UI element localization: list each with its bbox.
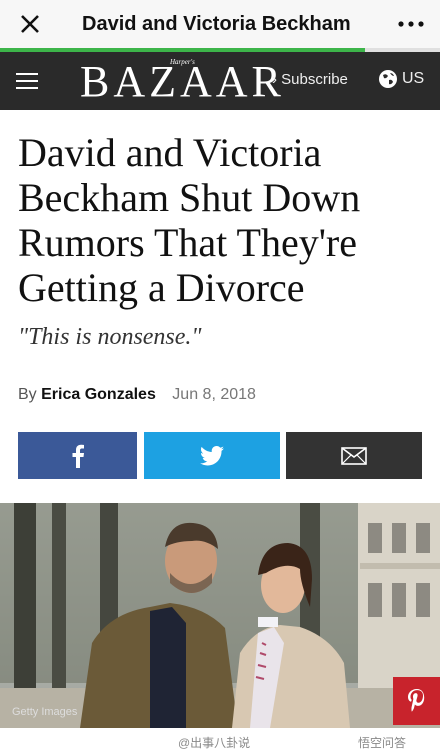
pinterest-share-button[interactable] [393, 677, 440, 725]
twitter-icon [200, 445, 224, 465]
twitter-share-button[interactable] [144, 432, 280, 479]
watermark-left: @出事八卦说 [178, 736, 251, 750]
article-dek: "This is nonsense." [18, 324, 202, 350]
article-hero-image [0, 503, 440, 728]
envelope-icon [341, 446, 367, 465]
byline: By Erica Gonzales Jun 8, 2018 [18, 386, 256, 404]
menu-icon[interactable] [16, 71, 40, 91]
region-selector[interactable]: US [378, 69, 424, 89]
close-icon[interactable] [16, 10, 44, 38]
watermark-right: 悟空问答 [358, 736, 407, 750]
site-header: BAZAAR Harper's › Subscribe US [0, 52, 440, 110]
region-label: US [402, 70, 425, 87]
chevron-right-icon: › [272, 71, 277, 88]
couple-photo [0, 503, 440, 728]
pinterest-icon [407, 689, 424, 712]
subscribe-label: Subscribe [281, 71, 348, 88]
globe-icon [379, 70, 397, 88]
byline-prefix: By [18, 386, 37, 403]
more-options-icon[interactable] [396, 12, 426, 36]
publish-date: Jun 8, 2018 [172, 386, 256, 403]
facebook-icon [72, 444, 84, 468]
logo-superscript: Harper's [170, 58, 195, 66]
site-logo[interactable]: BAZAAR [80, 60, 285, 104]
facebook-share-button[interactable] [18, 432, 137, 479]
photo-credit: Getty Images [12, 706, 78, 718]
article-headline: David and Victoria Beckham Shut Down Rum… [18, 130, 361, 310]
email-share-button[interactable] [286, 432, 422, 479]
subscribe-link[interactable]: › Subscribe [272, 71, 348, 88]
page-title: David and Victoria Beckham [82, 13, 351, 35]
browser-toolbar: David and Victoria Beckham [0, 0, 440, 48]
author-link[interactable]: Erica Gonzales [41, 386, 156, 403]
